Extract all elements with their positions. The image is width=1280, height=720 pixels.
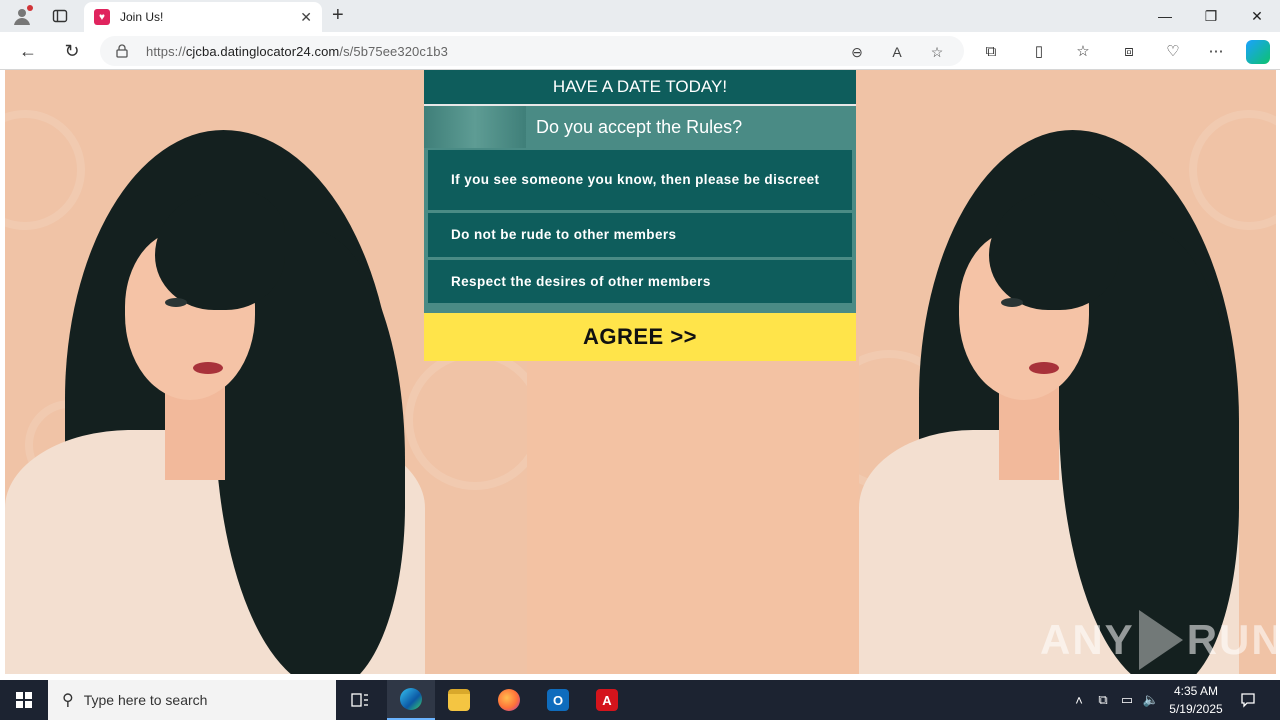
heart-favicon-icon: ♥ (94, 9, 110, 25)
clock-date: 5/19/2025 (1169, 702, 1223, 716)
windows-logo-icon (16, 692, 32, 708)
minimize-button[interactable]: — (1142, 0, 1188, 32)
clock-time: 4:35 AM (1173, 684, 1219, 698)
play-logo-icon (1138, 610, 1183, 670)
web-content: HAVE A DATE TODAY! Do you accept the Rul… (0, 70, 1280, 680)
address-bar[interactable]: https://cjcba.datinglocator24.com/s/5b75… (100, 36, 964, 66)
notifications-icon[interactable] (1234, 680, 1262, 720)
firefox-icon[interactable] (485, 680, 533, 720)
search-icon: ⚲ (62, 692, 74, 709)
collections-icon[interactable]: ⧈ (1118, 40, 1140, 62)
rules-list: If you see someone you know, then please… (424, 148, 856, 309)
file-explorer-icon[interactable] (435, 680, 483, 720)
question-thumbnail (424, 106, 526, 148)
acrobat-icon[interactable]: A (583, 680, 631, 720)
tab-title: Join Us! (120, 10, 164, 24)
task-view-icon[interactable] (336, 680, 384, 720)
outlook-icon[interactable]: O (534, 680, 582, 720)
watermark-text-right: RUN (1186, 616, 1280, 663)
rule-item: Do not be rude to other members (428, 213, 852, 257)
url-text: https://cjcba.datinglocator24.com/s/5b75… (146, 43, 448, 59)
start-button[interactable] (0, 680, 48, 720)
tab-actions-icon[interactable] (48, 4, 72, 28)
refresh-icon[interactable]: ↻ (59, 39, 85, 63)
taskbar-search[interactable]: ⚲ Type here to search (48, 680, 336, 720)
read-aloud-icon[interactable]: A (888, 43, 906, 61)
volume-icon[interactable]: 🔈 (1142, 680, 1160, 720)
notification-dot (27, 5, 33, 11)
lock-icon[interactable] (116, 44, 130, 58)
profile-icon[interactable] (10, 4, 34, 28)
browser-titlebar: ♥ Join Us! ✕ + — ❐ ✕ (0, 0, 1280, 32)
search-placeholder: Type here to search (83, 692, 208, 708)
zoom-icon[interactable]: ⊖ (848, 43, 866, 61)
agree-button[interactable]: AGREE >> (424, 313, 856, 361)
rule-item: Respect the desires of other members (428, 260, 852, 303)
restore-button[interactable]: ❐ (1188, 0, 1234, 32)
rules-widget: HAVE A DATE TODAY! Do you accept the Rul… (424, 70, 856, 361)
tab-close-icon[interactable]: ✕ (300, 9, 312, 26)
more-icon[interactable]: ⋯ (1205, 40, 1227, 62)
tray-overflow-icon[interactable]: ˄ (1070, 680, 1088, 720)
navigation-bar: ← ↻ https://cjcba.datinglocator24.com/s/… (0, 32, 1280, 70)
favorites-icon[interactable]: ☆ (1072, 40, 1094, 62)
active-tab[interactable]: ♥ Join Us! ✕ (84, 2, 322, 32)
anyrun-watermark: ANY RUN (1040, 610, 1280, 670)
network-icon[interactable]: ▭ (1118, 680, 1136, 720)
extensions-icon[interactable]: ⧉ (980, 40, 1002, 62)
edge-icon[interactable] (387, 680, 435, 720)
split-screen-icon[interactable]: ▯ (1028, 40, 1050, 62)
taskbar: ⚲ Type here to search O A ˄ ⧉ ▭ 🔈 4:35 A… (0, 680, 1280, 720)
system-clock[interactable]: 4:35 AM 5/19/2025 (1160, 682, 1232, 718)
browser-essentials-icon[interactable]: ♡ (1162, 40, 1184, 62)
watermark-text-left: ANY (1040, 616, 1135, 663)
copilot-icon[interactable] (1246, 40, 1270, 64)
rule-item: If you see someone you know, then please… (428, 150, 852, 210)
close-window-button[interactable]: ✕ (1234, 0, 1280, 32)
rules-question: Do you accept the Rules? (536, 116, 743, 137)
rules-question-bar: Do you accept the Rules? (424, 106, 856, 148)
back-icon[interactable]: ← (15, 39, 41, 63)
favorite-star-icon[interactable]: ☆ (928, 43, 946, 61)
device-icon[interactable]: ⧉ (1094, 680, 1112, 720)
background-illustration-right (859, 70, 1276, 674)
page-title: HAVE A DATE TODAY! (424, 70, 856, 106)
new-tab-button[interactable]: + (332, 4, 344, 27)
